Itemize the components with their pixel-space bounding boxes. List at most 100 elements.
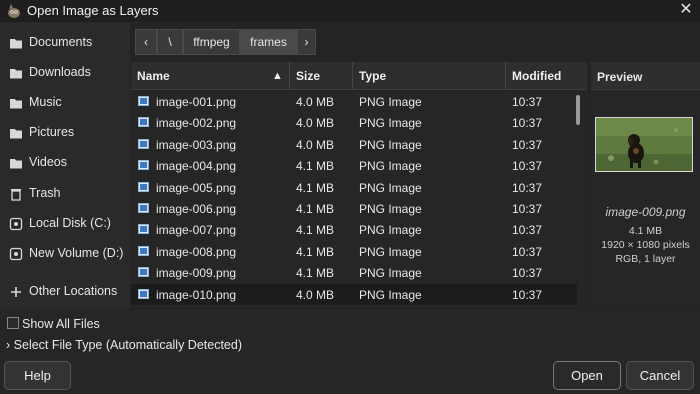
file-size: 4.1 MB [296,202,335,216]
breadcrumb-root[interactable]: \ [157,29,183,55]
column-type[interactable]: Type [353,62,506,90]
folder-icon [9,126,23,140]
folder-icon [9,36,23,50]
file-size: 4.1 MB [296,159,335,174]
file-type: PNG Image [359,116,422,131]
sidebar-item-label: Trash [29,186,61,200]
preview-filename: image-009.png [605,205,686,219]
file-name: image-006.png [156,202,237,216]
file-modified: 10:37 [512,137,543,152]
file-modified: 10:37 [512,287,543,302]
file-list: image-001.png 4.0 MB PNG Image 10:37 image-0… [131,91,577,307]
file-type: PNG Image [359,223,422,238]
back-arrow-icon[interactable]: ‹ [135,29,157,55]
sidebar-item-label: Local Disk (C:) [29,216,111,230]
file-row[interactable]: image-002.png 4.0 MB PNG Image 10:37 [131,112,577,134]
sidebar-item-local-disk-c[interactable]: Local Disk (C:) [0,210,130,238]
close-icon[interactable]: ✕ [677,1,695,19]
file-name: image-004.png [156,159,237,174]
file-size: 4.0 MB [296,137,335,152]
file-size: 4.0 MB [296,95,335,109]
file-name: image-003.png [156,137,237,152]
gimp-app-icon [8,4,20,18]
file-modified: 10:37 [512,202,543,216]
file-name: image-007.png [156,223,237,238]
column-modified[interactable]: Modified [506,62,587,90]
file-name: image-002.png [156,116,237,131]
plus-icon [9,285,23,299]
select-file-type-label: Select File Type (Automatically Detected… [13,338,242,352]
image-file-icon [138,245,149,256]
file-row[interactable]: image-007.png 4.1 MB PNG Image 10:37 [131,219,577,241]
file-row[interactable]: image-006.png 4.1 MB PNG Image 10:37 [131,198,577,220]
file-row[interactable]: image-004.png 4.1 MB PNG Image 10:37 [131,155,577,177]
open-button[interactable]: Open [553,361,621,390]
sidebar-item-pictures[interactable]: Pictures [0,119,130,147]
show-all-files-checkbox[interactable] [7,317,19,329]
window-title: Open Image as Layers [27,3,159,18]
sidebar-item-documents[interactable]: Documents [0,29,130,57]
image-file-icon [138,224,149,235]
file-size: 4.0 MB [296,116,335,131]
preview-dimensions: 1920 × 1080 pixels [601,239,690,251]
sidebar-item-videos[interactable]: Videos [0,149,130,177]
file-type: PNG Image [359,180,422,195]
chevron-right-icon: › [6,338,11,352]
file-size: 4.1 MB [296,180,335,195]
folder-icon [9,66,23,80]
file-name: image-009.png [156,266,237,281]
file-type: PNG Image [359,95,422,109]
select-file-type-expander[interactable]: › Select File Type (Automatically Detect… [6,338,242,352]
image-file-icon [138,160,149,171]
cancel-button[interactable]: Cancel [626,361,694,390]
sidebar-item-trash[interactable]: Trash [0,180,130,208]
breadcrumb-ffmpeg[interactable]: ffmpeg [183,29,240,55]
sidebar-item-label: Videos [29,155,67,169]
sidebar-item-other-locations[interactable]: Other Locations [0,278,130,306]
column-name[interactable]: Name ▲ [131,62,290,90]
file-type: PNG Image [359,202,422,216]
file-modified: 10:37 [512,266,543,281]
sort-ascending-icon: ▲ [272,70,283,82]
sidebar-item-downloads[interactable]: Downloads [0,59,130,87]
file-row[interactable]: image-010.png 4.0 MB PNG Image 10:37 [131,283,577,306]
image-file-icon [138,203,149,213]
trash-icon [9,187,23,201]
preview-size: 4.1 MB [628,225,663,237]
file-type: PNG Image [359,137,422,152]
help-button[interactable]: Help [4,361,71,390]
show-all-files-label[interactable]: Show All Files [22,317,100,331]
sidebar-item-label: Other Locations [29,284,118,298]
file-modified: 10:37 [512,95,543,109]
drive-icon [9,247,23,261]
file-type: PNG Image [359,287,422,302]
file-size: 4.1 MB [296,223,335,238]
preview-mode: RGB, 1 layer [615,253,676,265]
file-list-header: Name ▲ Size Type Modified [131,62,587,90]
dog-on-grass-image [596,118,692,171]
file-row[interactable]: image-008.png 4.1 MB PNG Image 10:37 [131,241,577,263]
forward-arrow-icon[interactable]: › [297,29,316,55]
scrollbar-thumb[interactable] [576,95,580,125]
sidebar-item-new-volume-d[interactable]: New Volume (D:) [0,240,130,268]
sidebar-item-label: Music [29,95,62,109]
file-name: image-005.png [156,180,237,195]
file-modified: 10:37 [512,159,543,174]
file-row[interactable]: image-009.png 4.1 MB PNG Image 10:37 [131,262,577,284]
image-file-icon [138,117,149,128]
file-name: image-008.png [156,244,237,259]
file-name: image-001.png [156,95,237,109]
breadcrumb-frames[interactable]: frames [240,29,297,55]
preview-pane [591,62,700,307]
image-file-icon [138,138,149,149]
file-modified: 10:37 [512,180,543,195]
preview-label: Preview [597,70,643,84]
file-row[interactable]: image-005.png 4.1 MB PNG Image 10:37 [131,177,577,199]
column-size[interactable]: Size [290,62,353,90]
folder-icon [9,156,23,170]
sidebar-item-music[interactable]: Music [0,89,130,117]
file-size: 4.1 MB [296,266,335,281]
file-name: image-010.png [156,287,237,302]
file-row[interactable]: image-003.png 4.0 MB PNG Image 10:37 [131,134,577,156]
file-row[interactable]: image-001.png 4.0 MB PNG Image 10:37 [131,91,577,113]
